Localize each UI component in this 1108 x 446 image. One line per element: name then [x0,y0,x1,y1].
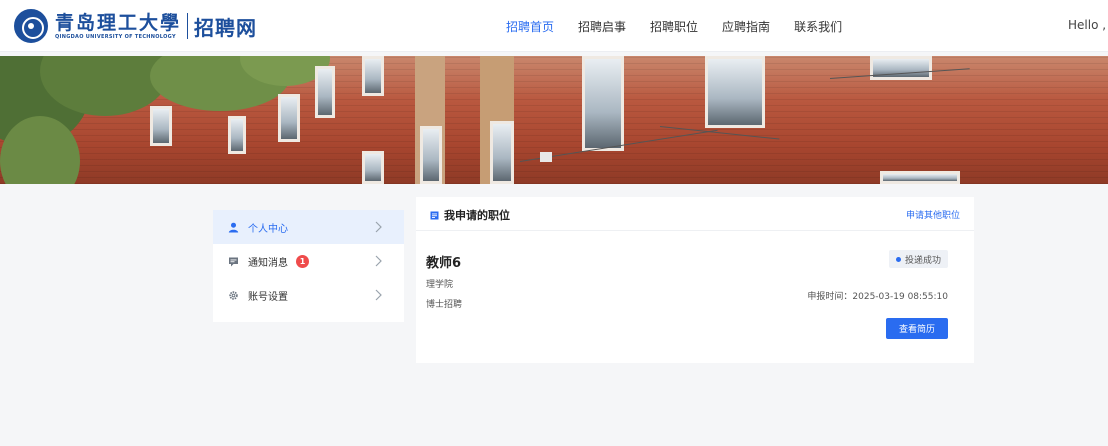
department-name: 理学院 [426,280,454,290]
applied-time: 申报时间：2025-03-19 08:55:10 [807,292,948,302]
sidebar-item-notifications[interactable]: 通知消息 1 [213,244,404,278]
logo-divider [187,13,189,39]
university-seal-icon [14,9,48,43]
gear-icon [228,290,239,301]
applied-positions-card: 我申请的职位 申请其他职位 教师6 理学院 博士招聘 投递成功 申报时间：202… [416,197,974,363]
nav-home[interactable]: 招聘首页 [506,18,554,35]
chevron-right-icon [375,289,382,301]
sidebar-item-label: 账号设置 [248,291,288,303]
top-header: 青岛理工大學 QINGDAO UNIVERSITY OF TECHNOLOGY … [0,0,1108,52]
nav-guide[interactable]: 应聘指南 [722,18,770,35]
sidebar: 个人中心 通知消息 1 账号设置 [213,210,404,322]
nav-positions[interactable]: 招聘职位 [650,18,698,35]
card-title: 我申请的职位 [444,209,510,222]
user-greeting[interactable]: Hello , [1068,18,1106,32]
position-name: 教师6 [426,256,462,271]
status-dot-icon [895,256,901,262]
card-header: 我申请的职位 申请其他职位 [416,197,974,231]
nav-contact[interactable]: 联系我们 [794,18,842,35]
site-name: 招聘网 [194,15,258,40]
document-icon [430,211,439,219]
sidebar-item-account-settings[interactable]: 账号设置 [213,278,404,312]
user-icon [228,222,239,233]
sidebar-item-personal-center[interactable]: 个人中心 [213,210,404,244]
status-badge: 投递成功 [888,250,948,268]
unread-count-badge: 1 [296,254,309,268]
view-resume-button[interactable]: 查看简历 [886,318,948,339]
sidebar-item-label: 通知消息 [248,257,288,269]
university-logo[interactable]: 青岛理工大學 QINGDAO UNIVERSITY OF TECHNOLOGY … [14,9,257,43]
university-name-en: QINGDAO UNIVERSITY OF TECHNOLOGY [55,33,176,40]
recruit-type: 博士招聘 [426,300,463,310]
university-name: 青岛理工大學 [55,11,182,34]
nav-announcements[interactable]: 招聘启事 [578,18,626,35]
campus-banner [0,56,1108,184]
sidebar-item-label: 个人中心 [248,223,288,235]
status-text: 投递成功 [904,255,941,266]
main-nav: 招聘首页 招聘启事 招聘职位 应聘指南 联系我们 [506,0,866,52]
message-icon [228,256,239,267]
apply-other-positions-link[interactable]: 申请其他职位 [906,208,960,221]
chevron-right-icon [375,255,382,267]
chevron-right-icon [375,221,382,233]
